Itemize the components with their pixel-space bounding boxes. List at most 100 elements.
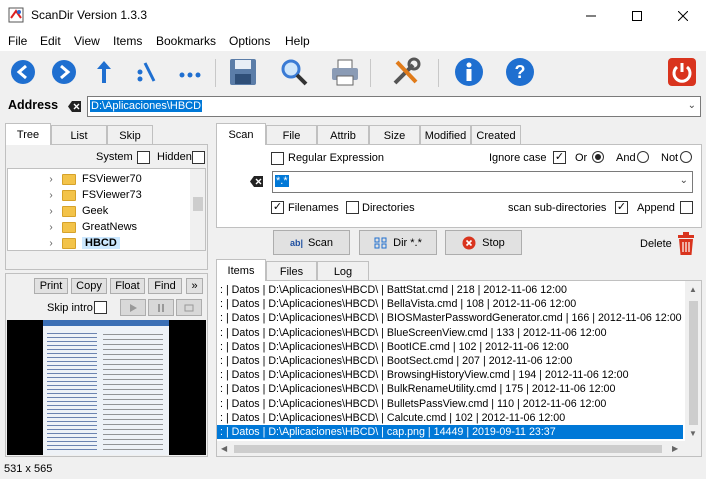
tab-items[interactable]: Items	[216, 259, 266, 281]
menu-file[interactable]: File	[8, 34, 27, 48]
collapse-button[interactable]: »	[186, 278, 203, 294]
hidden-label: Hidden	[157, 151, 192, 163]
clear-icon	[250, 176, 263, 187]
dir-button[interactable]: Dir *.*	[359, 230, 437, 255]
info-button[interactable]	[452, 54, 486, 90]
or-label: Or	[575, 152, 588, 164]
tree-item-selected[interactable]: › HBCD	[8, 235, 192, 250]
tab-scan[interactable]: Scan	[216, 123, 266, 145]
scroll-right-icon[interactable]: ▶	[672, 444, 678, 453]
scroll-left-icon[interactable]: ◀	[221, 444, 227, 453]
or-radio[interactable]	[592, 151, 604, 163]
list-item[interactable]: : | Datos | D:\Aplicaciones\HBCD\ | Batt…	[217, 283, 687, 297]
menu-items[interactable]: Items	[113, 34, 142, 48]
chevron-down-icon[interactable]: ⌄	[680, 175, 688, 186]
scrollbar-thumb[interactable]	[689, 301, 698, 425]
save-button[interactable]	[226, 54, 260, 90]
tree-scrollbar[interactable]	[190, 169, 205, 250]
tab-log[interactable]: Log	[317, 261, 369, 281]
tab-tree[interactable]: Tree	[5, 123, 51, 145]
not-radio[interactable]	[680, 151, 692, 163]
list-item[interactable]: : | Datos | D:\Aplicaciones\HBCD\ | Blue…	[217, 326, 687, 340]
tree-item[interactable]: › FSViewer73	[8, 187, 192, 203]
list-item[interactable]: : | Datos | D:\Aplicaciones\HBCD\ | Bulk…	[217, 382, 687, 396]
tree-item[interactable]: › FSViewer70	[8, 171, 192, 187]
scan-button[interactable]: ab| Scan	[273, 230, 350, 255]
minimize-button[interactable]	[568, 0, 614, 31]
regex-checkbox[interactable]	[271, 152, 284, 165]
clear-address-button[interactable]	[67, 100, 82, 116]
horizontal-scrollbar[interactable]: ◀ ▶	[217, 441, 701, 456]
pattern-input[interactable]: *.* ⌄	[272, 171, 693, 193]
path-button[interactable]	[130, 54, 164, 90]
maximize-button[interactable]	[614, 0, 660, 31]
chevron-right-icon[interactable]: ›	[44, 206, 58, 217]
tab-skip[interactable]: Skip	[107, 125, 153, 145]
chevron-right-icon[interactable]: ›	[44, 238, 58, 249]
chevron-right-icon[interactable]: ›	[44, 190, 58, 201]
address-value: D:\Aplicaciones\HBCD	[90, 100, 203, 112]
list-item[interactable]: : | Datos | D:\Aplicaciones\HBCD\ | Bull…	[217, 397, 687, 411]
scrollbar-thumb[interactable]	[193, 197, 203, 211]
menu-options[interactable]: Options	[229, 34, 270, 48]
tab-list[interactable]: List	[51, 125, 107, 145]
stop-button[interactable]: Stop	[445, 230, 522, 255]
list-item[interactable]: : | Datos | D:\Aplicaciones\HBCD\ | Brow…	[217, 368, 687, 382]
up-button[interactable]	[87, 54, 121, 90]
address-input[interactable]: D:\Aplicaciones\HBCD ⌄	[87, 96, 701, 117]
results-scrollbar[interactable]: ▲ ▼	[685, 281, 701, 441]
list-item[interactable]: : | Datos | D:\Aplicaciones\HBCD\ | Boot…	[217, 354, 687, 368]
float-button[interactable]: Float	[110, 278, 145, 294]
list-item[interactable]: : | Datos | D:\Aplicaciones\HBCD\ | BIOS…	[217, 311, 687, 325]
tree-item[interactable]: › GreatNews	[8, 219, 192, 235]
pause-button[interactable]	[148, 299, 174, 316]
system-checkbox[interactable]	[137, 151, 150, 164]
scroll-up-icon[interactable]: ▲	[689, 285, 697, 294]
stop-icon	[184, 304, 194, 311]
tab-modified[interactable]: Modified	[420, 125, 471, 145]
copy-button[interactable]: Copy	[71, 278, 107, 294]
tab-files[interactable]: Files	[266, 261, 317, 281]
list-item-selected[interactable]: : | Datos | D:\Aplicaciones\HBCD\ | cap.…	[217, 425, 683, 440]
clear-pattern-button[interactable]	[249, 175, 264, 191]
play-button[interactable]	[120, 299, 146, 316]
scroll-down-icon[interactable]: ▼	[689, 429, 697, 438]
stop-preview-button[interactable]	[176, 299, 202, 316]
find-button[interactable]: Find	[148, 278, 182, 294]
list-item[interactable]: : | Datos | D:\Aplicaciones\HBCD\ | Bell…	[217, 297, 687, 311]
search-button[interactable]	[277, 54, 311, 90]
tree-item[interactable]: › Geek	[8, 203, 192, 219]
help-button[interactable]: ?	[503, 54, 537, 90]
list-item[interactable]: : | Datos | D:\Aplicaciones\HBCD\ | Calc…	[217, 411, 687, 425]
filenames-checkbox[interactable]	[271, 201, 284, 214]
close-button[interactable]	[660, 0, 706, 31]
directories-checkbox[interactable]	[346, 201, 359, 214]
tab-size[interactable]: Size	[369, 125, 420, 145]
menu-edit[interactable]: Edit	[40, 34, 61, 48]
print-preview-button[interactable]: Print	[34, 278, 68, 294]
menu-view[interactable]: View	[74, 34, 100, 48]
print-button[interactable]	[328, 54, 362, 90]
list-item[interactable]: : | Datos | D:\Aplicaciones\HBCD\ | Boot…	[217, 340, 687, 354]
ignore-case-checkbox[interactable]	[553, 151, 566, 164]
skip-intro-checkbox[interactable]	[94, 301, 107, 314]
menu-bookmarks[interactable]: Bookmarks	[156, 34, 216, 48]
append-checkbox[interactable]	[680, 201, 693, 214]
hscroll-thumb[interactable]	[234, 445, 662, 453]
delete-button[interactable]	[676, 232, 696, 259]
more-button[interactable]	[173, 54, 207, 90]
menu-help[interactable]: Help	[285, 34, 310, 48]
hidden-checkbox[interactable]	[192, 151, 205, 164]
tab-file[interactable]: File	[266, 125, 317, 145]
chevron-down-icon[interactable]: ⌄	[688, 100, 696, 111]
tab-created[interactable]: Created	[471, 125, 521, 145]
chevron-right-icon[interactable]: ›	[44, 222, 58, 233]
tools-button[interactable]	[389, 54, 423, 90]
forward-button[interactable]	[47, 54, 81, 90]
and-radio[interactable]	[637, 151, 649, 163]
back-button[interactable]	[6, 54, 40, 90]
exit-button[interactable]	[665, 54, 699, 90]
tab-attrib[interactable]: Attrib	[317, 125, 369, 145]
chevron-right-icon[interactable]: ›	[44, 174, 58, 185]
subdirs-checkbox[interactable]	[615, 201, 628, 214]
